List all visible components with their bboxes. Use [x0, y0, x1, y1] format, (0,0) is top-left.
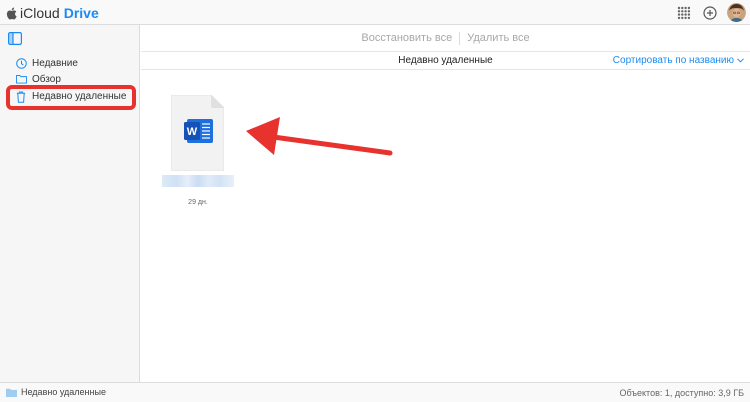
sidebar: Недавние Обзор Недавно удаленные [0, 25, 140, 382]
sort-label: Сортировать по названию [612, 55, 734, 66]
app-grid-icon[interactable] [677, 6, 691, 20]
word-document-icon: W [171, 95, 224, 171]
restore-all-button[interactable]: Восстановить все [361, 32, 452, 44]
clock-icon [16, 57, 27, 69]
status-location-label: Недавно удаленные [21, 387, 106, 397]
word-badge-letter: W [187, 126, 198, 138]
folder-icon [16, 74, 27, 85]
app-brand[interactable]: iCloud Drive [6, 5, 99, 21]
annotation-highlight-box [6, 85, 136, 110]
file-days-left: 29 дн. [188, 199, 208, 206]
add-icon[interactable] [703, 5, 717, 20]
sidebar-item-label: Недавние [32, 57, 78, 69]
apple-icon [6, 7, 17, 20]
sidebar-item-recent[interactable]: Недавние [16, 55, 78, 71]
brand-drive-text: Drive [63, 5, 99, 21]
folder-icon [6, 388, 17, 397]
sort-by-name-button[interactable]: Сортировать по названию [613, 55, 744, 66]
annotation-arrow [246, 117, 393, 156]
status-bar: Недавно удаленные Объектов: 1, доступно:… [0, 382, 750, 402]
status-summary: Объектов: 1, доступно: 3,9 ГБ [619, 388, 744, 398]
action-toolbar: Восстановить все Удалить все [141, 25, 750, 52]
file-item[interactable]: W 29 дн. [162, 95, 234, 210]
file-name-obscured [162, 175, 234, 187]
sidebar-toggle-icon[interactable] [8, 32, 22, 45]
sidebar-item-label: Обзор [32, 73, 61, 85]
avatar[interactable] [727, 3, 746, 22]
toolbar-divider [459, 31, 461, 45]
delete-all-button[interactable]: Удалить все [467, 32, 529, 44]
top-icons [677, 3, 746, 22]
section-header: Недавно удаленные Сортировать по названи… [141, 52, 750, 70]
status-location: Недавно удаленные [6, 387, 106, 397]
brand-icloud-text: iCloud [20, 5, 60, 21]
chevron-down-icon [737, 58, 744, 63]
top-bar: iCloud Drive [0, 0, 750, 25]
